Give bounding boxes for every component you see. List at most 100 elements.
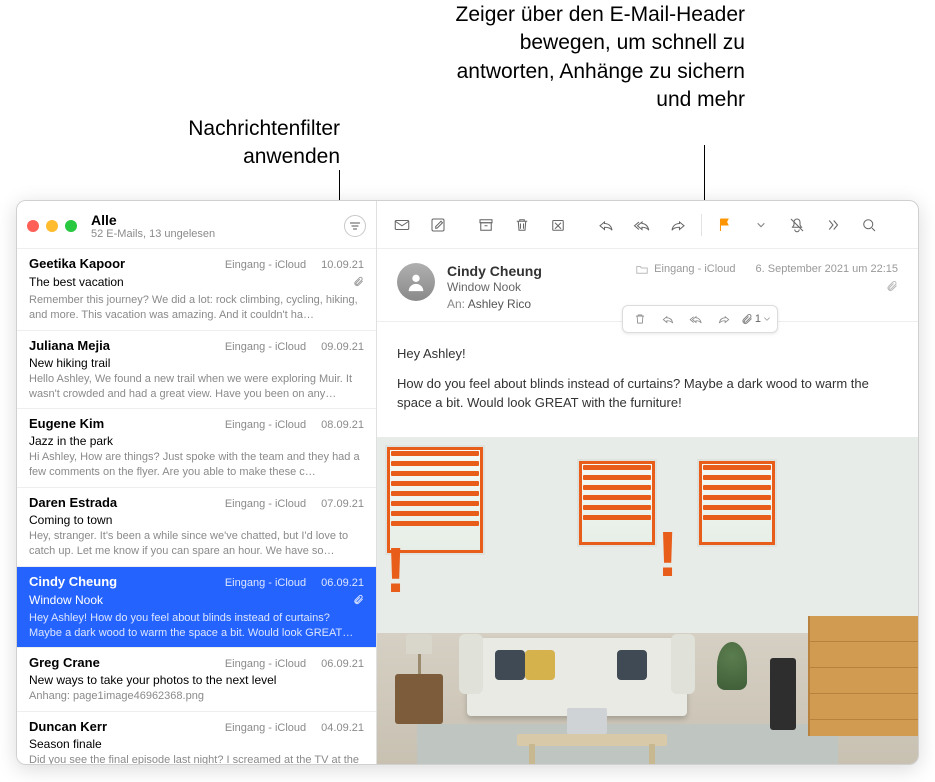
attachment-image[interactable]: ! ! xyxy=(377,437,918,765)
message-header: Cindy Cheung Window Nook An: Ashley Rico… xyxy=(377,249,918,322)
attachment-icon xyxy=(741,313,753,325)
callout-hover: Zeiger über den E-Mail-Header bewegen, u… xyxy=(445,1,745,114)
message-mailbox: Eingang - iCloud xyxy=(225,577,306,589)
message-subject: Coming to town xyxy=(29,513,112,527)
message-mailbox: Eingang - iCloud xyxy=(225,658,306,670)
message-sender: Eugene Kim xyxy=(29,416,104,431)
message-mailbox: Eingang - iCloud xyxy=(225,722,306,734)
message-preview: Hi Ashley, How are things? Just spoke wi… xyxy=(29,450,364,480)
forward-button[interactable] xyxy=(663,212,693,238)
get-mail-button[interactable] xyxy=(387,212,417,238)
compose-icon xyxy=(429,216,447,234)
flag-menu-button[interactable] xyxy=(746,212,776,238)
forward-icon xyxy=(669,216,687,234)
hover-delete-button[interactable] xyxy=(629,309,651,329)
message-date: 04.09.21 xyxy=(321,722,364,734)
message-item[interactable]: Daren Estrada Eingang - iCloud 07.09.21 Com… xyxy=(17,488,376,567)
message-preview: Anhang: page1image46962368.png xyxy=(29,689,364,704)
attachment-count: 1 xyxy=(755,313,761,325)
compose-button[interactable] xyxy=(423,212,453,238)
reply-button[interactable] xyxy=(591,212,621,238)
chevron-down-icon xyxy=(763,315,771,323)
message-date: 07.09.21 xyxy=(321,498,364,510)
zoom-window-button[interactable] xyxy=(65,220,77,232)
message-sender: Geetika Kapoor xyxy=(29,256,125,271)
message-sender: Daren Estrada xyxy=(29,495,117,510)
message-item[interactable]: Duncan KerrEingang - iCloud04.09.21Seaso… xyxy=(17,712,376,764)
reply-icon xyxy=(661,312,675,326)
junk-button[interactable] xyxy=(543,212,573,238)
message-date: 06.09.21 xyxy=(321,658,364,670)
message-preview: Hey Ashley! How do you feel about blinds… xyxy=(29,611,364,641)
header-date: 6. September 2021 um 22:15 xyxy=(756,263,898,275)
message-sender: Greg Crane xyxy=(29,655,100,670)
reading-pane: Cindy Cheung Window Nook An: Ashley Rico… xyxy=(377,201,918,764)
message-body: Hey Ashley! How do you feel about blinds… xyxy=(377,322,918,437)
window-controls xyxy=(27,220,77,232)
filter-icon xyxy=(349,220,361,232)
message-preview: Did you see the final episode last night… xyxy=(29,753,364,764)
mail-icon xyxy=(393,216,411,234)
message-list-pane: Alle 52 E-Mails, 13 ungelesen Geetika Ka… xyxy=(17,201,377,764)
message-date: 09.09.21 xyxy=(321,341,364,353)
hover-forward-button[interactable] xyxy=(713,309,735,329)
message-date: 06.09.21 xyxy=(321,577,364,589)
message-item[interactable]: Juliana MejiaEingang - iCloud09.09.21New… xyxy=(17,331,376,410)
message-item[interactable]: Geetika KapoorEingang - iCloud10.09.21Th… xyxy=(17,249,376,331)
message-mailbox: Eingang - iCloud xyxy=(225,498,306,510)
message-item[interactable]: Cindy Cheung Eingang - iCloud 06.09.21 Wind… xyxy=(17,567,376,649)
message-subject: Jazz in the park xyxy=(29,434,113,448)
chevron-double-right-icon xyxy=(824,216,842,234)
message-list[interactable]: Geetika KapoorEingang - iCloud10.09.21Th… xyxy=(17,249,376,764)
mute-button[interactable] xyxy=(782,212,812,238)
reply-all-button[interactable] xyxy=(627,212,657,238)
message-subject: Window Nook xyxy=(29,593,103,607)
message-sender: Cindy Cheung xyxy=(29,574,117,589)
message-preview: Hey, stranger. It's been a while since w… xyxy=(29,529,364,559)
body-greeting: Hey Ashley! xyxy=(397,344,898,364)
message-item[interactable]: Greg Crane Eingang - iCloud 06.09.21 New wa… xyxy=(17,648,376,712)
reply-all-icon xyxy=(633,216,651,234)
avatar xyxy=(397,263,435,301)
attachment-icon xyxy=(353,591,364,609)
close-window-button[interactable] xyxy=(27,220,39,232)
to-value: Ashley Rico xyxy=(468,297,531,311)
search-icon xyxy=(860,216,878,234)
archive-icon xyxy=(477,216,495,234)
hover-reply-all-button[interactable] xyxy=(685,309,707,329)
toolbar xyxy=(377,201,918,249)
more-button[interactable] xyxy=(818,212,848,238)
message-subject: Season finale xyxy=(29,737,102,751)
mailbox-count: 52 E-Mails, 13 ungelesen xyxy=(91,228,215,240)
hover-reply-button[interactable] xyxy=(657,309,679,329)
mailbox-title: Alle xyxy=(91,212,215,228)
message-date: 10.09.21 xyxy=(321,259,364,271)
filter-button[interactable] xyxy=(344,215,366,237)
message-mailbox: Eingang - iCloud xyxy=(225,419,306,431)
message-preview: Hello Ashley, We found a new trail when … xyxy=(29,372,364,402)
header-meta: Eingang - iCloud 6. September 2021 um 22… xyxy=(636,263,898,295)
chevron-down-icon xyxy=(756,220,766,230)
message-subject: New ways to take your photos to the next… xyxy=(29,673,276,687)
search-button[interactable] xyxy=(854,212,884,238)
trash-icon xyxy=(513,216,531,234)
folder-icon xyxy=(636,265,648,274)
message-sender: Juliana Mejia xyxy=(29,338,110,353)
message-item[interactable]: Eugene KimEingang - iCloud08.09.21Jazz i… xyxy=(17,409,376,488)
mail-window: Alle 52 E-Mails, 13 ungelesen Geetika Ka… xyxy=(16,200,919,765)
message-preview: Remember this journey? We did a lot: roc… xyxy=(29,293,364,323)
archive-button[interactable] xyxy=(471,212,501,238)
hover-action-toolbar: 1 xyxy=(622,305,778,333)
forward-icon xyxy=(717,312,731,326)
trash-icon xyxy=(633,312,647,326)
flag-button[interactable] xyxy=(710,212,740,238)
delete-button[interactable] xyxy=(507,212,537,238)
reply-all-icon xyxy=(689,312,703,326)
to-label: An: xyxy=(447,297,465,311)
minimize-window-button[interactable] xyxy=(46,220,58,232)
attachment-icon xyxy=(886,280,898,292)
message-mailbox: Eingang - iCloud xyxy=(225,341,306,353)
hover-attachment-button[interactable]: 1 xyxy=(741,313,771,325)
junk-icon xyxy=(549,216,567,234)
callout-filter: Nachrichtenfilter anwenden xyxy=(110,115,340,172)
